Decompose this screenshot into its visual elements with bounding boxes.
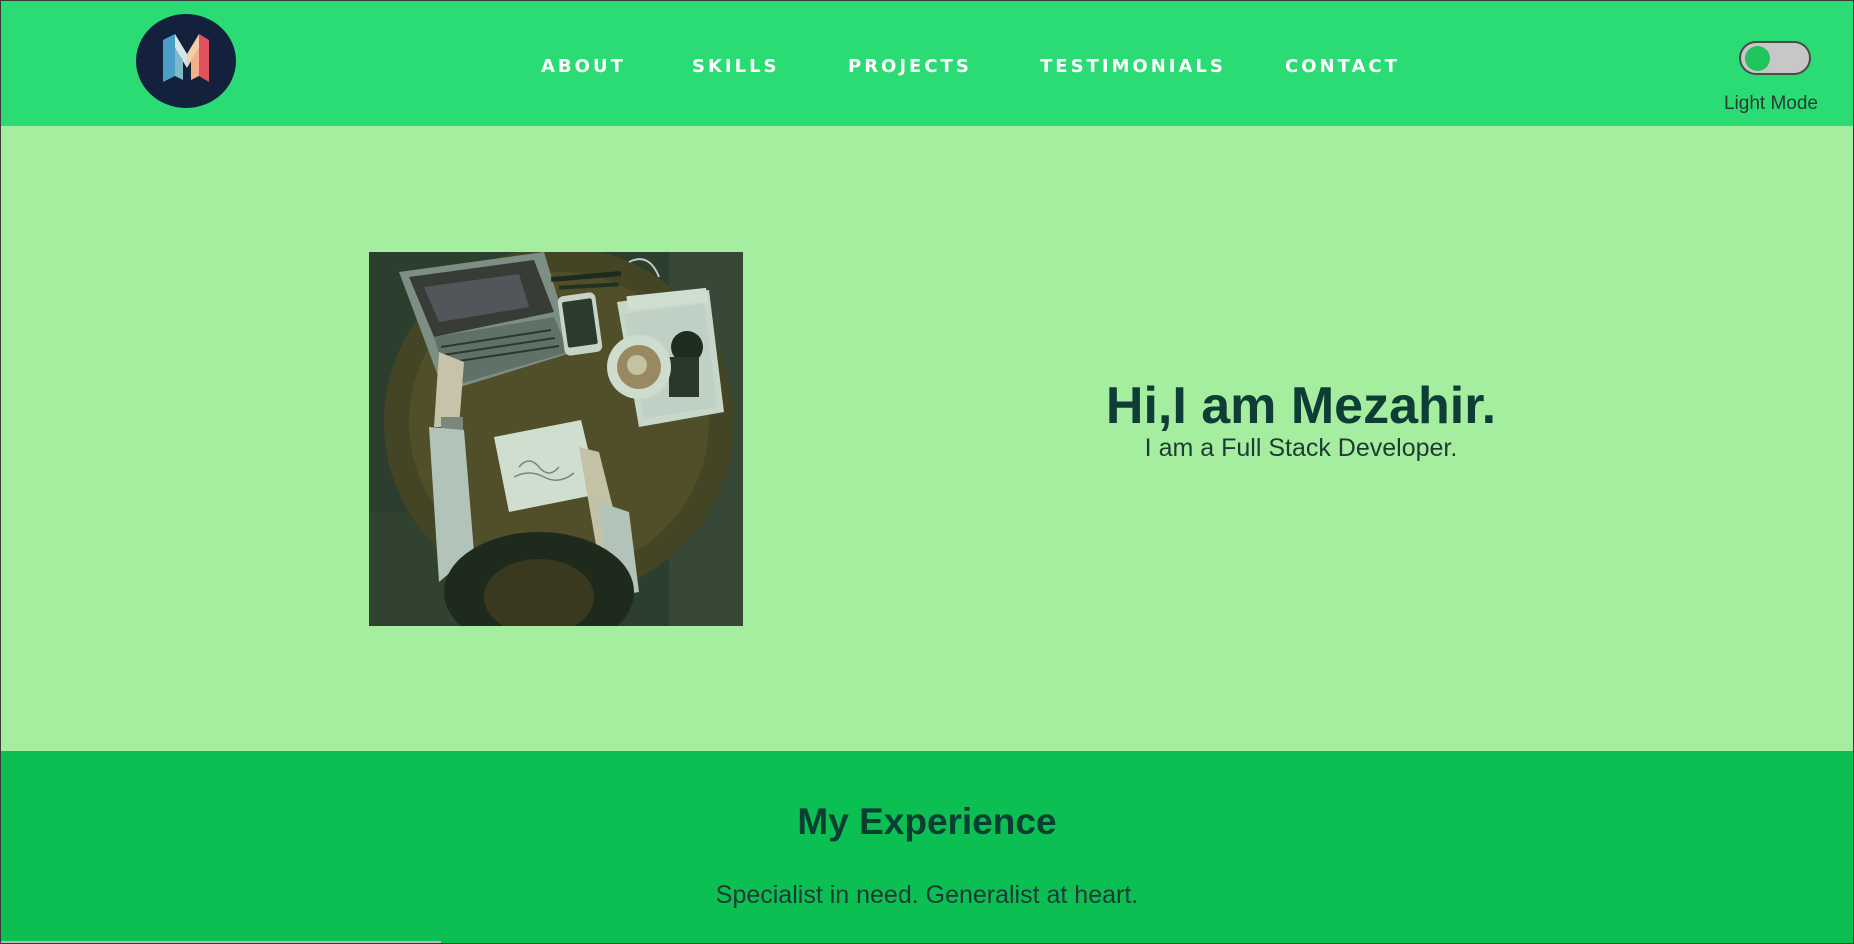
experience-section: My Experience Specialist in need. Genera… [1,751,1853,943]
nav-link-contact[interactable]: CONTACT [1285,56,1400,77]
nav-link-projects[interactable]: PROJECTS [848,56,972,77]
hero-subtitle: I am a Full Stack Developer. [1144,434,1458,462]
mode-label: Light Mode [1723,93,1818,114]
toggle-knob [1745,46,1770,71]
nav-link-skills[interactable]: SKILLS [692,56,780,77]
experience-title: My Experience [797,801,1057,842]
nav-link-about[interactable]: ABOUT [541,56,626,77]
hero-image [369,252,743,626]
nav-links: ABOUT SKILLS PROJECTS TESTIMONIALS CONTA… [1,1,1853,131]
workspace-photo [369,252,743,626]
theme-toggle[interactable] [1739,41,1811,75]
page: ABOUT SKILLS PROJECTS TESTIMONIALS CONTA… [0,0,1854,944]
nav-link-testimonials[interactable]: TESTIMONIALS [1040,56,1226,77]
hero-title: Hi,I am Mezahir. [1105,377,1497,435]
experience-subtitle: Specialist in need. Generalist at heart. [715,881,1139,909]
hero-section: Hi,I am Mezahir. I am a Full Stack Devel… [1,126,1853,751]
navbar: ABOUT SKILLS PROJECTS TESTIMONIALS CONTA… [1,1,1853,126]
